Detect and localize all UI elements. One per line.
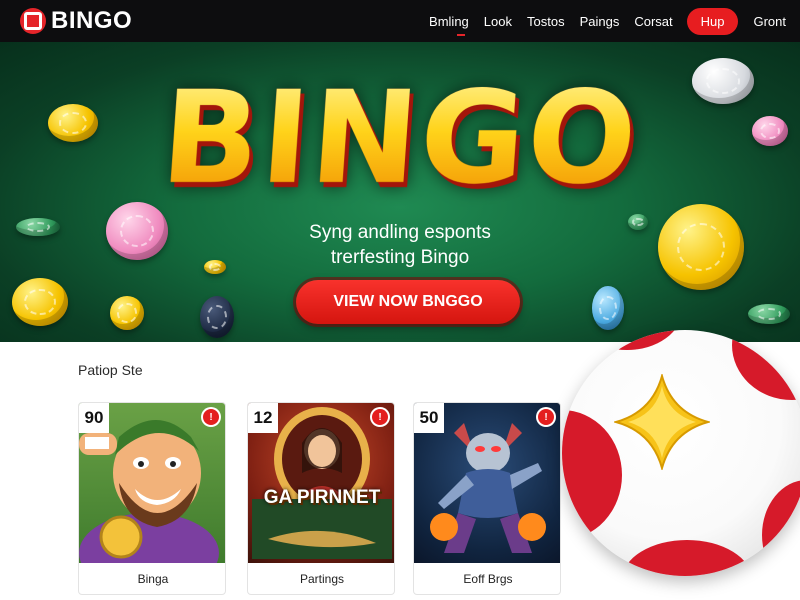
hero-subtitle-line-2: trerfesting Bingo (330, 247, 470, 268)
card-number: 12 (248, 403, 278, 433)
bingo-logo-icon (20, 8, 46, 34)
green-chip-icon (748, 304, 790, 324)
blue-chip-icon (592, 286, 624, 330)
navy-chip-icon (200, 296, 234, 338)
hero-subtitle-line-1: Syng andling esponts (309, 222, 491, 243)
hero-banner: BINGO Syng andling esponts trerfesting B… (0, 42, 800, 342)
view-now-button[interactable]: VIEW NOW BNGGO (296, 280, 520, 324)
card-label: Binga (137, 572, 169, 586)
alert-badge-icon: ! (203, 409, 219, 425)
nav-item-look[interactable]: Look (484, 14, 512, 29)
star-icon (614, 374, 710, 470)
nav-pill-hup[interactable]: Hup (686, 7, 739, 35)
nav-item-paings[interactable]: Paings (580, 14, 620, 29)
nav-item-bmling[interactable]: Bmling (429, 14, 469, 36)
hero-title: BINGO (0, 64, 800, 213)
nav-item-corsat[interactable]: Corsat (634, 14, 672, 29)
alert-badge-icon: ! (538, 409, 554, 425)
card-number: 90 (79, 403, 109, 433)
gold-chip-icon (12, 278, 68, 326)
gold-chip-icon (110, 296, 144, 330)
card-number: 50 (414, 403, 444, 433)
card-art-title: GA PIRNNET (263, 487, 381, 508)
bingo-ball-icon (562, 330, 800, 576)
game-card[interactable]: 50 ! Eoff Brgs (413, 402, 561, 595)
game-card[interactable]: GA PIRNNET 12 ! Partings (247, 402, 395, 595)
section-title: Patiop Ste (78, 362, 143, 378)
nav-item-tostos[interactable]: Tostos (527, 14, 565, 29)
card-label: Partings (299, 572, 345, 586)
alert-badge-icon: ! (372, 409, 388, 425)
nav-item-gront[interactable]: Gront (753, 14, 786, 29)
main-nav: Bmling Look Tostos Paings Corsat Hup Gro… (414, 0, 786, 42)
top-navigation-bar: BINGO Bmling Look Tostos Paings Corsat H… (0, 0, 800, 42)
brand-name: BINGO (51, 7, 133, 34)
brand-logo[interactable]: BINGO (20, 7, 132, 35)
game-card[interactable]: 90 ! Binga (78, 402, 226, 595)
card-label: Eoff Brgs (463, 572, 513, 586)
hero-subtitle: Syng andling esponts trerfesting Bingo (0, 220, 800, 270)
